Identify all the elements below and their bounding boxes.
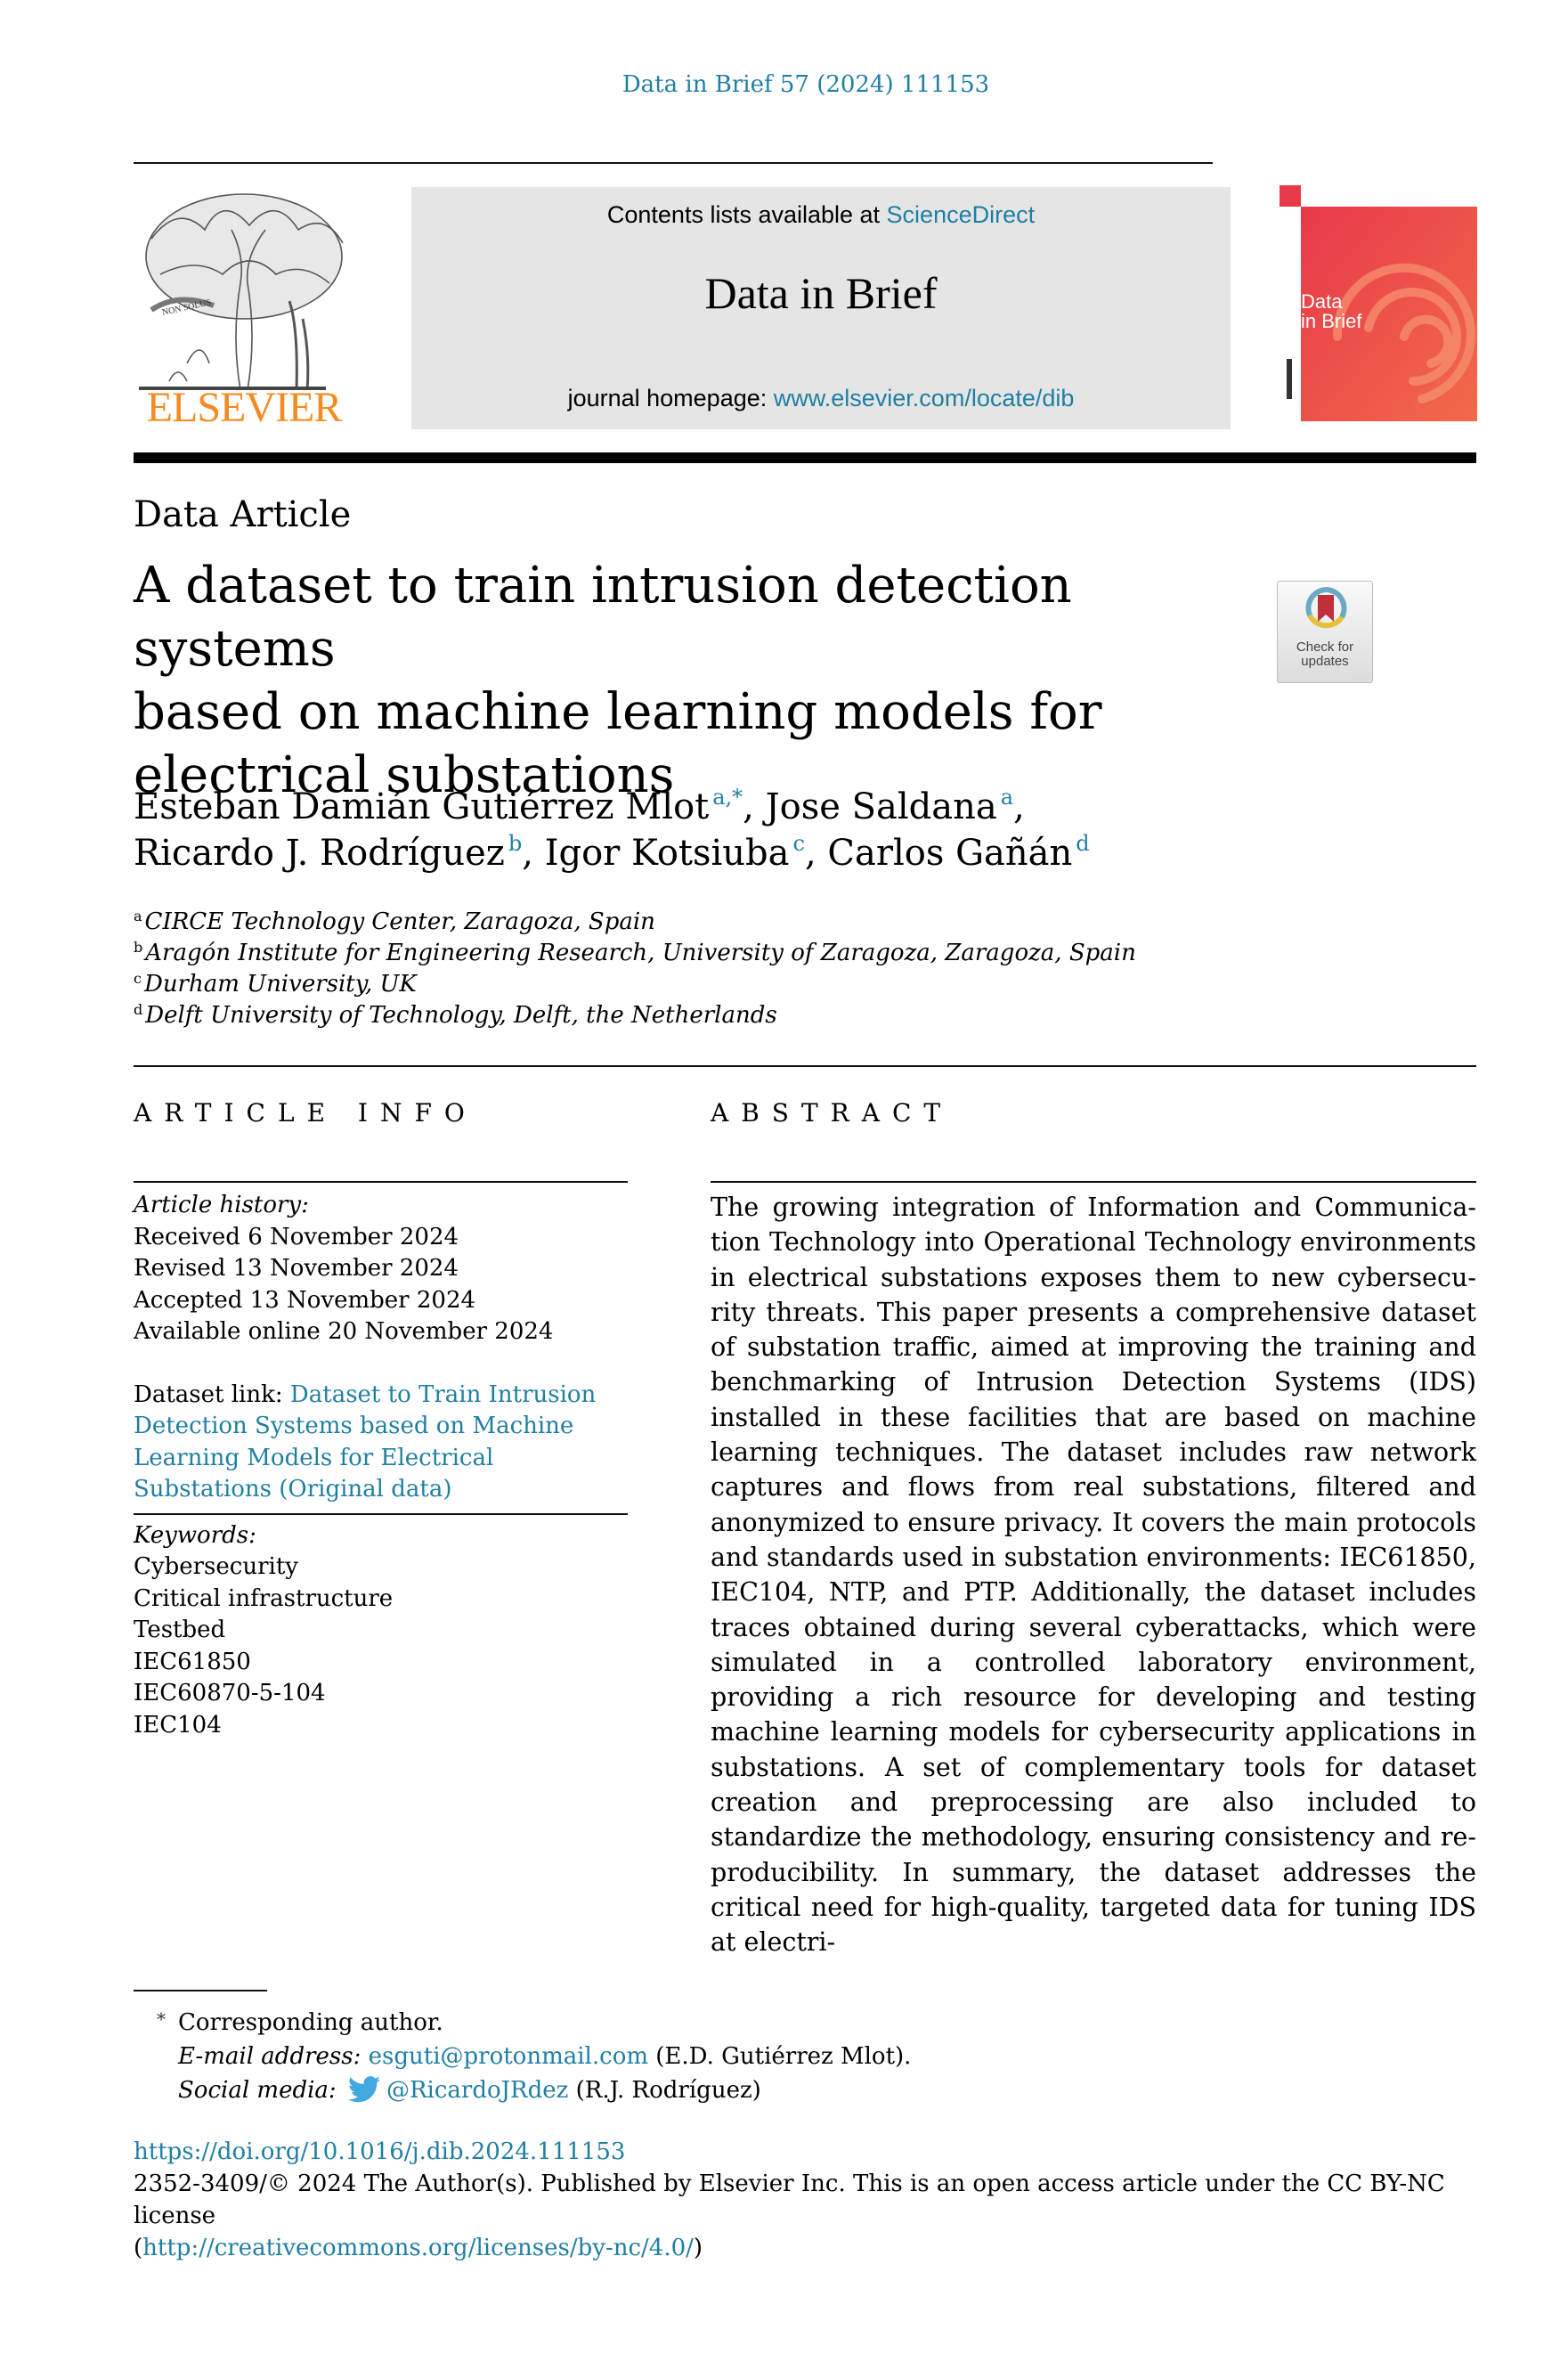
abstract-heading: ABSTRACT	[711, 1098, 954, 1128]
abstract-text: The growing integration of Information a…	[711, 1193, 1476, 1958]
dataset-link-row: Dataset link: Dataset to Train Intrusion…	[134, 1380, 628, 1506]
paren-open: (	[134, 2235, 143, 2261]
history-revised: Revised 13 November 2024	[134, 1255, 459, 1282]
history-accepted: Accepted 13 November 2024	[134, 1286, 476, 1314]
affiliation-text: Durham University, UK	[143, 971, 417, 998]
elsevier-wordmark: ELSEVIER	[146, 384, 343, 431]
email-label: E-mail address:	[178, 2043, 369, 2070]
author-name[interactable]: Igor Kotsiuba	[545, 833, 790, 874]
journal-cover-thumbnail: Data in Brief	[1280, 185, 1477, 421]
author-name[interactable]: Esteban Damián Gutiérrez Mlot	[134, 786, 709, 827]
check-updates-line1: Check for	[1296, 639, 1354, 655]
article-info-rule	[134, 1181, 628, 1183]
article-title: A dataset to train intrusion detection s…	[134, 554, 1247, 807]
title-line: based on machine learning models for	[134, 683, 1102, 741]
paren-close: )	[693, 2235, 703, 2261]
email-note: E-mail address: esguti@protonmail.com (E…	[134, 2040, 911, 2073]
keyword: Testbed	[134, 1617, 226, 1643]
sciencedirect-link[interactable]: ScienceDirect	[887, 201, 1036, 228]
author-affiliation-mark[interactable]: d	[1076, 831, 1089, 856]
author-separator: ,	[804, 833, 828, 874]
title-line: A dataset to train intrusion detection s…	[134, 557, 1072, 678]
footnotes: * Corresponding author. E-mail address: e…	[134, 2006, 911, 2107]
affiliation-mark: c	[134, 970, 142, 987]
author-separator: ,	[522, 833, 545, 874]
section-rule	[134, 1065, 1476, 1067]
keyword: Critical infrastructure	[134, 1584, 394, 1612]
affiliation-text: Aragón Institute for Engineering Researc…	[145, 940, 1136, 966]
twitter-handle-link[interactable]: @RicardoJRdez	[386, 2077, 568, 2104]
history-label: Article history:	[134, 1192, 309, 1218]
journal-title: Data in Brief	[704, 268, 938, 318]
affiliation-text: CIRCE Technology Center, Zaragoza, Spain	[144, 908, 655, 935]
author-name[interactable]: Ricardo J. Rodríguez	[134, 833, 505, 874]
elsevier-mini-logo	[1280, 185, 1301, 207]
author-separator: ,	[743, 786, 766, 827]
keyword: IEC61850	[134, 1648, 251, 1675]
social-note: Social media: @RicardoJRdez (R.J. Rodríg…	[134, 2073, 911, 2107]
cover-title-2: in Brief	[1301, 310, 1362, 332]
header-thick-rule	[134, 452, 1476, 463]
social-label: Social media:	[178, 2077, 344, 2104]
affiliation-list: a CIRCE Technology Center, Zaragoza, Spai…	[134, 907, 1136, 1031]
email-link[interactable]: esguti@protonmail.com	[369, 2043, 648, 2070]
check-updates-line2: updates	[1301, 654, 1349, 669]
social-owner: (R.J. Rodríguez)	[568, 2077, 761, 2104]
email-owner: (E.D. Gutiérrez Mlot).	[648, 2043, 912, 2070]
publication-info: https://doi.org/10.1016/j.dib.2024.11115…	[134, 2136, 1487, 2264]
author-affiliation-mark[interactable]: c	[793, 831, 805, 856]
contents-prefix: Contents lists available at	[606, 201, 887, 228]
affiliation-mark: d	[134, 1001, 143, 1018]
journal-masthead: Contents lists available at ScienceDirec…	[411, 187, 1231, 429]
affiliation: c Durham University, UK	[134, 969, 1136, 1000]
author-separator: ,	[1013, 786, 1025, 827]
corresponding-note: * Corresponding author.	[134, 2006, 911, 2040]
contents-line: Contents lists available at ScienceDirec…	[411, 201, 1231, 229]
keywords-label: Keywords:	[134, 1521, 256, 1549]
author-affiliation-mark[interactable]: a	[1001, 785, 1013, 810]
keyword: Cybersecurity	[134, 1553, 298, 1580]
journal-reference-link[interactable]: Data in Brief 57 (2024) 111153	[0, 71, 1568, 98]
history-online: Available online 20 November 2024	[134, 1318, 554, 1345]
article-info-panel: Article history: Received 6 November 202…	[134, 1190, 628, 1741]
asterisk-mark: *	[157, 2008, 166, 2030]
crossmark-icon	[1305, 587, 1347, 629]
journal-homepage-link[interactable]: www.elsevier.com/locate/dib	[774, 385, 1075, 411]
copyright-text: 2352-3409/© 2024 The Author(s). Publishe…	[134, 2170, 1445, 2229]
affiliation: d Delft University of Technology, Delft, …	[134, 1000, 1136, 1031]
author-name[interactable]: Jose Saldana	[766, 786, 997, 827]
dataset-label: Dataset link:	[134, 1380, 290, 1408]
abstract-rule	[711, 1181, 1476, 1183]
history-received: Received 6 November 2024	[134, 1223, 459, 1250]
license-row: (http://creativecommons.org/licenses/by-…	[134, 2232, 1487, 2264]
header-rule	[134, 162, 1213, 164]
affiliation: a CIRCE Technology Center, Zaragoza, Spai…	[134, 907, 1136, 938]
homepage-line: journal homepage: www.elsevier.com/locat…	[411, 385, 1231, 412]
author-affiliation-mark[interactable]: a,*	[712, 785, 743, 810]
doi-link[interactable]: https://doi.org/10.1016/j.dib.2024.11115…	[134, 2138, 625, 2165]
license-link[interactable]: http://creativecommons.org/licenses/by-n…	[142, 2235, 694, 2261]
article-type: Data Article	[134, 494, 352, 535]
keywords-rule	[134, 1512, 628, 1515]
affiliation-mark: b	[134, 939, 143, 956]
homepage-prefix: journal homepage:	[567, 385, 774, 411]
author-affiliation-mark[interactable]: b	[508, 831, 522, 856]
article-info-heading: ARTICLE INFO	[134, 1098, 477, 1128]
author-name[interactable]: Carlos Gañán	[827, 833, 1072, 874]
affiliation: b Aragón Institute for Engineering Resear…	[134, 938, 1136, 969]
keyword: IEC104	[134, 1711, 222, 1739]
affiliation-mark: a	[134, 908, 142, 924]
affiliation-text: Delft University of Technology, Delft, t…	[145, 1002, 777, 1029]
check-for-updates-button[interactable]: Check for updates	[1277, 581, 1373, 683]
twitter-icon	[347, 2076, 380, 2103]
keyword: IEC60870-5-104	[134, 1680, 326, 1706]
author-list: Esteban Damián Gutiérrez Mlot a,*, Jose S…	[134, 784, 1425, 876]
footnote-rule	[134, 1990, 267, 1991]
corresponding-text: Corresponding author.	[178, 2009, 443, 2036]
